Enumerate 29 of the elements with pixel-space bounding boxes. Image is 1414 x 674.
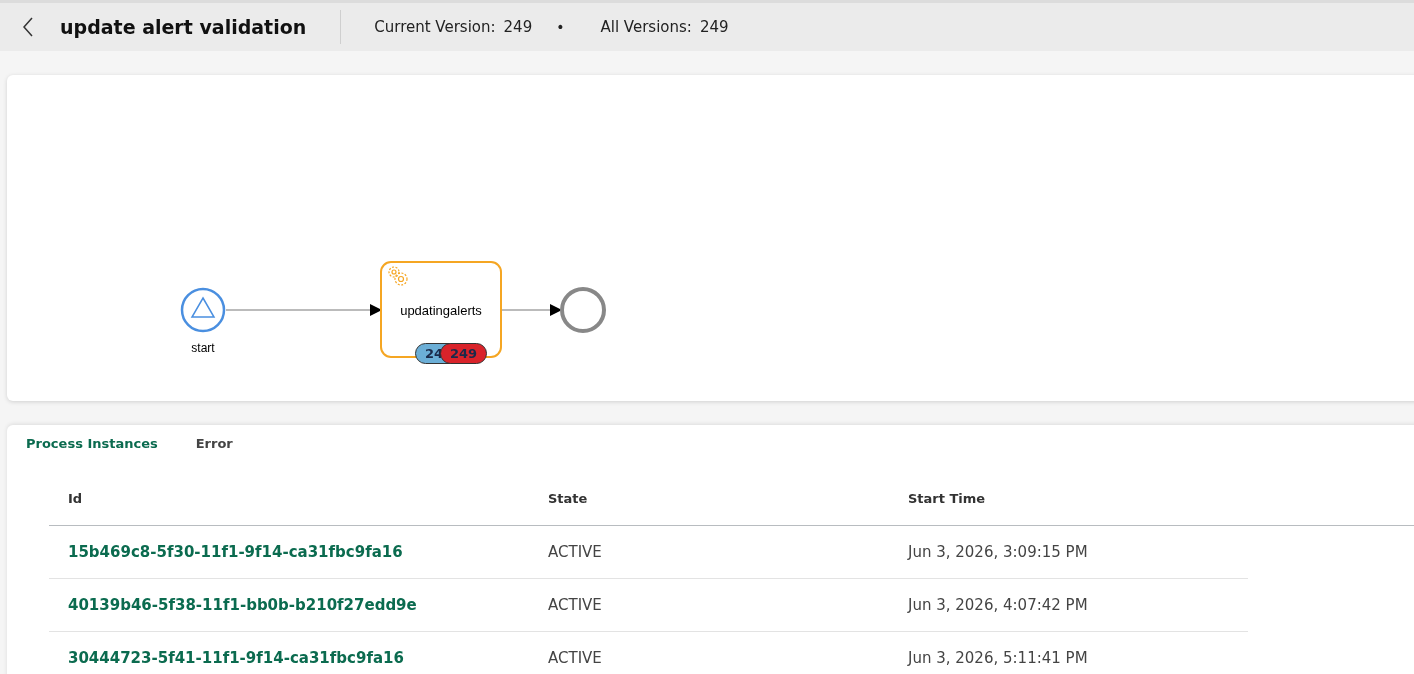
instance-id-link[interactable]: 30444723-5f41-11f1-9f14-ca31fbc9fa16 <box>68 649 404 667</box>
column-header: Id <box>68 491 84 506</box>
instance-id-link[interactable]: 40139b46-5f38-11f1-bb0b-b210f27edd9e <box>68 596 417 614</box>
current-version-value: 249 <box>503 18 533 36</box>
tab[interactable]: Error <box>195 436 233 451</box>
gear-icon <box>388 266 408 286</box>
task-label: updatingalerts <box>400 303 482 318</box>
state-cell: ACTIVE <box>548 543 602 561</box>
all-versions-value: 249 <box>699 18 729 36</box>
task-node[interactable] <box>380 261 502 358</box>
sequence-flow-arrow <box>501 304 562 316</box>
tab[interactable]: Process Instances <box>26 436 158 451</box>
start-time-cell: Jun 3, 2026, 5:11:41 PM <box>908 649 1088 667</box>
start-time-cell: Jun 3, 2026, 3:09:15 PM <box>908 543 1088 561</box>
separator-dot: • <box>556 19 565 35</box>
state-cell: ACTIVE <box>548 596 602 614</box>
state-cell: ACTIVE <box>548 649 602 667</box>
instance-id-link[interactable]: 15b469c8-5f30-11f1-9f14-ca31fbc9fa16 <box>68 543 403 561</box>
page-title: update alert validation <box>60 16 307 38</box>
current-version-label: Current Version: <box>374 18 496 36</box>
back-icon <box>23 17 33 37</box>
start-event[interactable] <box>180 287 226 333</box>
count-badge: 249 <box>440 343 487 364</box>
column-header: Start Time <box>908 491 987 506</box>
end-event[interactable] <box>560 287 606 333</box>
all-versions-label: All Versions: <box>600 18 692 36</box>
start-time-cell: Jun 3, 2026, 4:07:42 PM <box>908 596 1088 614</box>
column-header: State <box>548 491 589 506</box>
start-label: start <box>191 341 215 355</box>
